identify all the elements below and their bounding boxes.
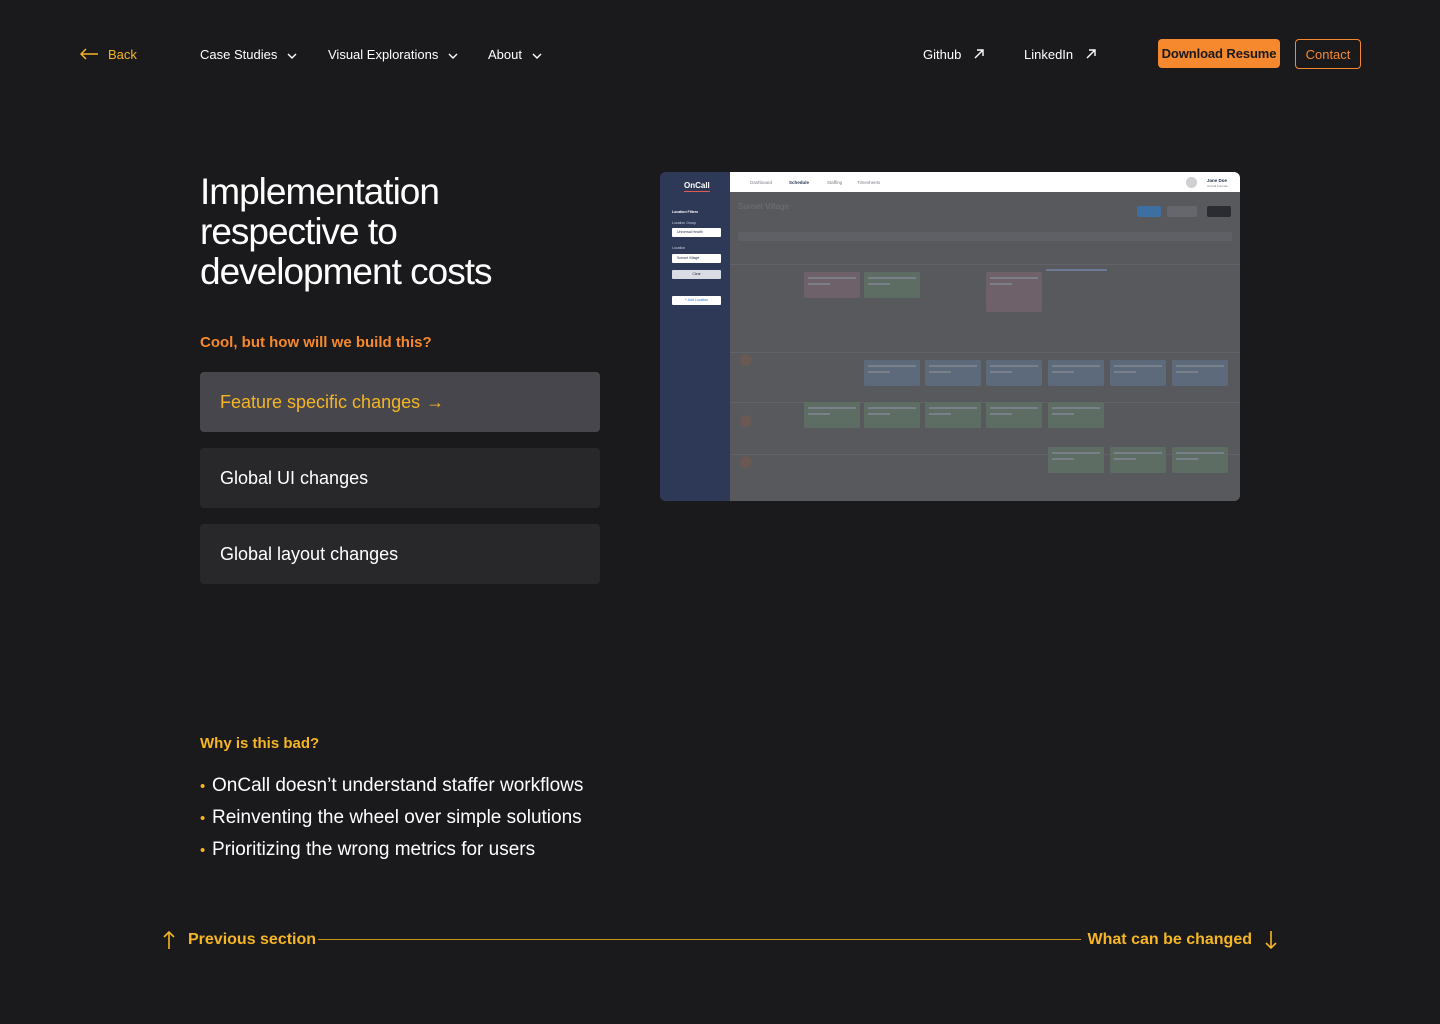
shift-cell bbox=[804, 402, 860, 428]
option-label: Feature specific changes bbox=[220, 391, 421, 412]
app-screenshot: OnCall Location Filters Location Group U… bbox=[660, 172, 1240, 501]
external-link-icon bbox=[1086, 47, 1096, 62]
chevron-down-icon bbox=[287, 47, 297, 62]
shift-cell bbox=[925, 360, 981, 386]
shift-cell bbox=[864, 272, 920, 298]
bullet-dot-icon: • bbox=[200, 809, 206, 827]
nav-visual-explorations[interactable]: Visual Explorations bbox=[328, 39, 458, 69]
download-resume-button[interactable]: Download Resume bbox=[1158, 39, 1280, 68]
grid-divider bbox=[730, 352, 1240, 353]
option-feature-specific-changes[interactable]: Feature specific changes → bbox=[200, 372, 600, 432]
location-field: Sunset Village bbox=[672, 254, 721, 263]
shift-cell bbox=[1172, 360, 1228, 386]
filter-row bbox=[738, 232, 1232, 241]
nav-about-label: About bbox=[488, 46, 522, 62]
shift-cell bbox=[925, 402, 981, 428]
location-filters-label: Location Filters bbox=[672, 210, 699, 214]
arrow-left-icon bbox=[80, 48, 98, 60]
nav-visual-explorations-label: Visual Explorations bbox=[328, 46, 439, 62]
option-label: Global UI changes bbox=[220, 467, 369, 488]
screenshot-sidebar: OnCall Location Filters Location Group U… bbox=[660, 172, 730, 501]
shift-cell bbox=[1110, 360, 1166, 386]
shift-cell bbox=[1048, 447, 1104, 473]
screenshot-topbar: Dashboard Schedule Staffing Timesheets J… bbox=[730, 172, 1240, 192]
back-label: Back bbox=[108, 46, 137, 62]
avatar bbox=[1186, 177, 1197, 188]
linkedin-link[interactable]: LinkedIn bbox=[1024, 39, 1096, 69]
contact-button[interactable]: Contact bbox=[1295, 39, 1361, 69]
page-title: Implementation respective to development… bbox=[200, 171, 493, 292]
oncall-logo: OnCall bbox=[684, 181, 710, 192]
user-name: Jane Doe bbox=[1207, 178, 1228, 183]
bullet-text: Prioritizing the wrong metrics for users bbox=[212, 839, 536, 860]
schedule-publish-action bbox=[1207, 206, 1231, 217]
bullet-text: Reinventing the wheel over simple soluti… bbox=[212, 807, 582, 828]
clear-button: Clear bbox=[672, 270, 721, 279]
arrow-down-icon bbox=[1265, 931, 1277, 950]
shift-cell bbox=[1048, 402, 1104, 428]
chevron-down-icon bbox=[532, 47, 542, 62]
bullet-item: • OnCall doesn’t understand staffer work… bbox=[200, 775, 583, 797]
staff-avatar bbox=[740, 456, 752, 468]
arrow-up-icon bbox=[163, 930, 175, 949]
shift-cell bbox=[986, 402, 1042, 428]
next-section-label: What can be changed bbox=[1087, 931, 1252, 948]
github-link[interactable]: Github bbox=[923, 39, 985, 69]
previous-section-link[interactable]: Previous section bbox=[162, 928, 316, 952]
bullet-item: • Prioritizing the wrong metrics for use… bbox=[200, 839, 535, 861]
shift-cell bbox=[1172, 447, 1228, 473]
github-label: Github bbox=[923, 46, 962, 62]
bullet-text: OnCall doesn’t understand staffer workfl… bbox=[212, 775, 584, 796]
option-global-layout-changes[interactable]: Global layout changes bbox=[200, 524, 600, 584]
staff-avatar bbox=[740, 415, 752, 427]
previous-section-label: Previous section bbox=[188, 931, 317, 948]
top-nav: Back Case Studies Visual Explorations Ab… bbox=[0, 0, 1440, 108]
location-group-label: Location Group bbox=[672, 221, 696, 225]
nav-case-studies-label: Case Studies bbox=[200, 46, 278, 62]
shift-cell bbox=[1110, 447, 1166, 473]
shift-cell bbox=[986, 272, 1042, 312]
shift-cell bbox=[986, 360, 1042, 386]
nav-about[interactable]: About bbox=[488, 39, 542, 69]
staff-avatar bbox=[740, 354, 752, 366]
bullet-dot-icon: • bbox=[200, 841, 206, 859]
shift-cell bbox=[1048, 360, 1104, 386]
screenshot-schedule: Sunset Village bbox=[730, 192, 1240, 501]
shift-cell bbox=[804, 272, 860, 298]
schedule-secondary-action bbox=[1167, 206, 1197, 217]
grid-divider bbox=[730, 264, 1240, 265]
tab-dashboard: Dashboard bbox=[750, 180, 773, 185]
arrow-right-icon: → bbox=[426, 391, 445, 412]
shift-cell bbox=[864, 360, 920, 386]
option-label: Global layout changes bbox=[220, 543, 399, 564]
nav-case-studies[interactable]: Case Studies bbox=[200, 39, 297, 69]
linkedin-label: LinkedIn bbox=[1024, 46, 1074, 62]
section-question: Cool, but how will we build this? bbox=[200, 334, 432, 351]
why-heading: Why is this bad? bbox=[200, 735, 320, 752]
external-link-icon bbox=[974, 47, 985, 62]
chevron-down-icon bbox=[448, 47, 458, 62]
bullet-dot-icon: • bbox=[200, 777, 206, 795]
option-global-ui-changes[interactable]: Global UI changes bbox=[200, 448, 600, 508]
back-link[interactable]: Back bbox=[80, 39, 137, 69]
tab-staffing: Staffing bbox=[827, 180, 843, 185]
add-location-button: + Add Location bbox=[672, 296, 721, 305]
tab-schedule: Schedule bbox=[789, 180, 810, 185]
section-divider bbox=[318, 939, 1081, 940]
bullet-item: • Reinventing the wheel over simple solu… bbox=[200, 807, 582, 829]
tab-timesheets: Timesheets bbox=[857, 180, 881, 185]
schedule-primary-action bbox=[1137, 206, 1161, 217]
location-label: Location bbox=[672, 246, 686, 250]
next-section-link[interactable]: What can be changed bbox=[1088, 928, 1278, 952]
user-role: OnCall Founder bbox=[1207, 184, 1229, 188]
today-marker bbox=[1046, 269, 1107, 271]
shift-cell bbox=[864, 402, 920, 428]
schedule-title: Sunset Village bbox=[738, 202, 789, 211]
location-group-field: Universal Health bbox=[672, 228, 721, 237]
